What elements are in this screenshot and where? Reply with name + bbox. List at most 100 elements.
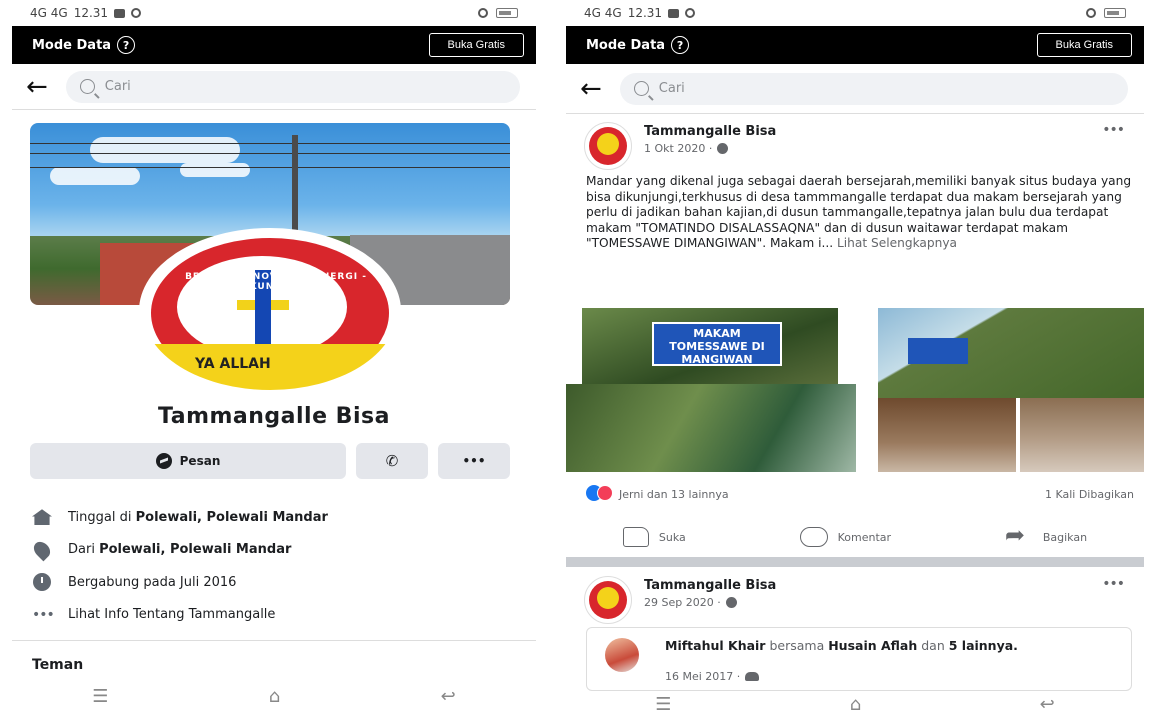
like-label: Suka bbox=[658, 530, 686, 544]
grave-sign-small bbox=[908, 338, 968, 364]
search-placeholder: Cari bbox=[104, 79, 131, 94]
signal-indicator: 4G 4G bbox=[30, 6, 68, 20]
android-nav-bar: ☰ ⌂ ↩ bbox=[566, 694, 1144, 715]
battery-icon bbox=[1104, 8, 1126, 18]
search-input[interactable]: Cari bbox=[619, 72, 1128, 105]
grave-sign: MAKAM TOMESSAWE DI MANGIWAN bbox=[652, 322, 782, 366]
info-hometown-link[interactable]: Polewali, Polewali Mandar bbox=[99, 542, 291, 557]
profile-name: Tammangalle Bisa bbox=[158, 404, 390, 429]
logo-banner bbox=[143, 344, 397, 390]
back-button-icon[interactable]: ↩ bbox=[441, 686, 456, 707]
logo-ring-text: BEKERJA - INOVASI - SINERGI - AKUNTABEL bbox=[185, 272, 367, 292]
open-free-button[interactable]: Buka Gratis bbox=[1036, 33, 1132, 57]
post-photo-4[interactable] bbox=[878, 398, 1016, 472]
like-button[interactable]: Suka bbox=[622, 527, 686, 547]
search-header: ← Cari bbox=[566, 64, 1144, 114]
search-placeholder: Cari bbox=[658, 81, 685, 96]
see-about-info[interactable]: ••• Lihat Info Tentang Tammangalle bbox=[32, 599, 512, 632]
signal-indicator: 4G 4G bbox=[584, 6, 622, 20]
alarm-icon bbox=[478, 8, 488, 18]
love-reaction-icon bbox=[597, 485, 613, 501]
with-text: bersama bbox=[765, 638, 829, 653]
shared-post-card[interactable]: Miftahul Khair bersama Husain Aflah dan … bbox=[586, 627, 1132, 691]
sync-icon bbox=[131, 8, 142, 18]
help-icon[interactable]: ? bbox=[671, 36, 690, 54]
share-label: Bagikan bbox=[1042, 530, 1088, 544]
post-photo-2[interactable] bbox=[878, 308, 1144, 398]
post-options-icon[interactable]: ••• bbox=[1102, 576, 1125, 592]
post-header: Tammangalle Bisa 29 Sep 2020 · bbox=[584, 576, 776, 624]
info-text: Dari bbox=[68, 542, 100, 558]
back-arrow-icon[interactable]: ← bbox=[580, 76, 602, 102]
battery-icon bbox=[496, 8, 518, 18]
search-icon bbox=[79, 79, 95, 94]
data-mode-bar: Mode Data ? Buka Gratis bbox=[12, 26, 536, 64]
share-button[interactable]: Bagikan bbox=[1005, 521, 1088, 549]
info-text: Bergabung pada Juli 2016 bbox=[68, 574, 237, 590]
back-button-icon[interactable]: ↩ bbox=[1040, 694, 1055, 715]
menu-icon[interactable]: ☰ bbox=[92, 686, 108, 707]
post-header: Tammangalle Bisa 1 Okt 2020 · bbox=[584, 122, 776, 170]
reaction-summary: Jerni dan 13 lainnya 1 Kali Dibagikan bbox=[586, 485, 1134, 504]
info-text: Lihat Info Tentang Tammangalle bbox=[68, 607, 276, 623]
share-icon bbox=[1005, 521, 1033, 549]
back-arrow-icon[interactable]: ← bbox=[26, 74, 48, 100]
data-mode-bar: Mode Data ? Buka Gratis bbox=[566, 26, 1144, 64]
sync-icon bbox=[685, 8, 696, 18]
home-button-icon[interactable]: ⌂ bbox=[269, 686, 280, 707]
more-dots-icon: ••• bbox=[32, 606, 55, 623]
post-photo-5[interactable] bbox=[1020, 398, 1144, 472]
info-joined: Bergabung pada Juli 2016 bbox=[32, 566, 512, 599]
post-photo-3[interactable] bbox=[566, 384, 856, 472]
share-count[interactable]: 1 Kali Dibagikan bbox=[1045, 488, 1134, 501]
see-more-link[interactable]: Lihat Selengkapnya bbox=[837, 236, 957, 250]
globe-icon bbox=[725, 597, 737, 608]
profile-picture[interactable]: BEKERJA - INOVASI - SINERGI - AKUNTABEL … bbox=[139, 228, 401, 394]
message-button[interactable]: Pesan bbox=[30, 443, 346, 479]
shared-author-name[interactable]: Miftahul Khair bbox=[665, 638, 765, 653]
page-avatar[interactable] bbox=[584, 122, 632, 170]
comment-button[interactable]: Komentar bbox=[799, 527, 892, 547]
profile-actions: Pesan ✆ ••• bbox=[30, 443, 510, 479]
post-date-text: 1 Okt 2020 · bbox=[644, 142, 713, 155]
profile-screen: 4G 4G 12.31 Mode Data ? Buka Gratis ← Ca… bbox=[12, 0, 536, 717]
call-button[interactable]: ✆ bbox=[356, 443, 428, 479]
globe-icon bbox=[717, 143, 729, 154]
clock: 12.31 bbox=[73, 6, 109, 20]
messenger-icon bbox=[155, 453, 172, 469]
comment-label: Komentar bbox=[837, 530, 892, 544]
reaction-count: Jerni dan 13 lainnya bbox=[619, 488, 729, 501]
search-icon bbox=[633, 81, 649, 96]
search-input[interactable]: Cari bbox=[65, 70, 520, 103]
status-bar: 4G 4G 12.31 bbox=[12, 0, 536, 26]
location-pin-icon bbox=[30, 538, 54, 562]
menu-icon[interactable]: ☰ bbox=[655, 694, 671, 715]
profile-info-list: Tinggal di Polewali, Polewali Mandar Dar… bbox=[30, 501, 512, 632]
tagged-person[interactable]: Husain Aflah bbox=[828, 638, 917, 653]
home-icon bbox=[32, 509, 52, 526]
page-avatar[interactable] bbox=[584, 576, 632, 624]
info-lives-in: Tinggal di Polewali, Polewali Mandar bbox=[32, 501, 512, 534]
search-header: ← Cari bbox=[12, 64, 536, 110]
thumbs-up-icon bbox=[622, 527, 649, 547]
shared-date-text: 16 Mei 2017 · bbox=[665, 670, 741, 683]
post-action-bar: Suka Komentar Bagikan bbox=[566, 521, 1144, 552]
clock-icon bbox=[33, 573, 51, 592]
others-link[interactable]: 5 lainnya. bbox=[949, 638, 1018, 653]
post-options-icon[interactable]: ••• bbox=[1102, 122, 1125, 138]
post-separator bbox=[566, 557, 1144, 567]
notification-icon bbox=[114, 8, 126, 18]
post-date: 1 Okt 2020 · bbox=[644, 142, 776, 155]
open-free-button[interactable]: Buka Gratis bbox=[428, 33, 524, 57]
post-author[interactable]: Tammangalle Bisa bbox=[644, 124, 776, 139]
reactions[interactable]: Jerni dan 13 lainnya bbox=[586, 485, 729, 504]
post-photo-1[interactable]: MAKAM TOMESSAWE DI MANGIWAN bbox=[582, 308, 838, 384]
info-location-link[interactable]: Polewali, Polewali Mandar bbox=[136, 510, 328, 525]
data-mode-label: Mode Data bbox=[32, 37, 112, 53]
home-button-icon[interactable]: ⌂ bbox=[850, 694, 861, 715]
help-icon[interactable]: ? bbox=[117, 36, 136, 54]
more-button[interactable]: ••• bbox=[438, 443, 510, 479]
shared-author-avatar[interactable] bbox=[605, 638, 639, 672]
post-author[interactable]: Tammangalle Bisa bbox=[644, 578, 776, 593]
info-text: Tinggal di bbox=[68, 509, 136, 525]
